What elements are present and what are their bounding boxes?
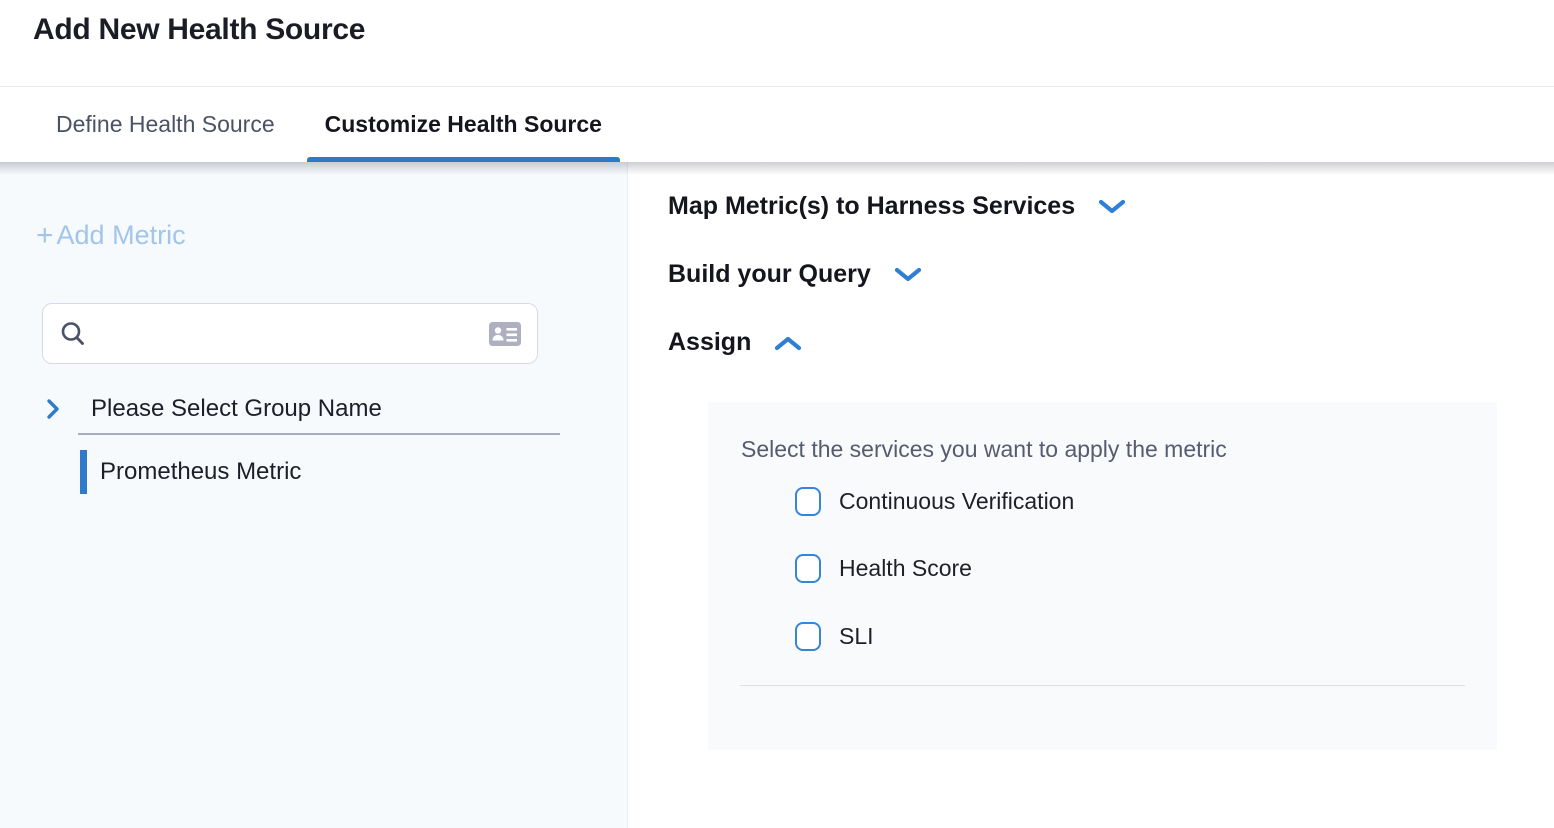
option-health-score[interactable]: Health Score (795, 554, 972, 583)
continuous-verification-checkbox[interactable] (795, 487, 821, 516)
assign-panel: Select the services you want to apply th… (708, 402, 1497, 750)
tab-define-health-source[interactable]: Define Health Source (38, 87, 293, 162)
member-card-icon[interactable] (488, 319, 522, 349)
sidebar-item-prometheus-metric[interactable]: Prometheus Metric (80, 450, 301, 494)
option-sli[interactable]: SLI (795, 622, 874, 651)
section-map-metrics-label: Map Metric(s) to Harness Services (668, 192, 1075, 221)
section-build-query[interactable]: Build your Query (668, 260, 923, 289)
metric-group-row[interactable]: Please Select Group Name (45, 395, 382, 423)
add-metric-label: Add Metric (57, 220, 186, 251)
customize-main-panel: Map Metric(s) to Harness Services Build … (628, 162, 1554, 828)
tab-customize-health-source[interactable]: Customize Health Source (307, 87, 620, 162)
assign-panel-divider (740, 685, 1465, 686)
sli-checkbox[interactable] (795, 622, 821, 651)
group-name-label: Please Select Group Name (91, 395, 382, 423)
section-assign-label: Assign (668, 328, 751, 357)
metric-search-input[interactable] (98, 320, 478, 347)
chevron-down-icon (1097, 198, 1127, 216)
section-assign[interactable]: Assign (668, 328, 803, 357)
search-icon (58, 319, 88, 349)
section-map-metrics[interactable]: Map Metric(s) to Harness Services (668, 192, 1127, 221)
page-title: Add New Health Source (33, 13, 365, 47)
selected-metric-label: Prometheus Metric (100, 458, 301, 486)
add-metric-button[interactable]: + Add Metric (36, 220, 186, 251)
add-health-source-dialog: Add New Health Source Define Health Sour… (0, 0, 1554, 828)
chevron-right-icon[interactable] (45, 397, 61, 421)
tab-bar: Define Health Source Customize Health So… (0, 87, 1554, 162)
assign-hint-text: Select the services you want to apply th… (741, 436, 1227, 463)
section-build-query-label: Build your Query (668, 260, 871, 289)
metrics-sidebar: + Add Metric (0, 162, 628, 828)
metric-search-box[interactable] (42, 303, 538, 364)
chevron-up-icon (773, 334, 803, 352)
health-score-checkbox[interactable] (795, 554, 821, 583)
group-divider (78, 433, 560, 435)
plus-icon: + (36, 221, 54, 251)
option-label: Health Score (839, 555, 972, 582)
chevron-down-icon (893, 266, 923, 284)
option-label: Continuous Verification (839, 488, 1074, 515)
option-continuous-verification[interactable]: Continuous Verification (795, 487, 1074, 516)
option-label: SLI (839, 623, 874, 650)
dialog-body: + Add Metric (0, 162, 1554, 828)
